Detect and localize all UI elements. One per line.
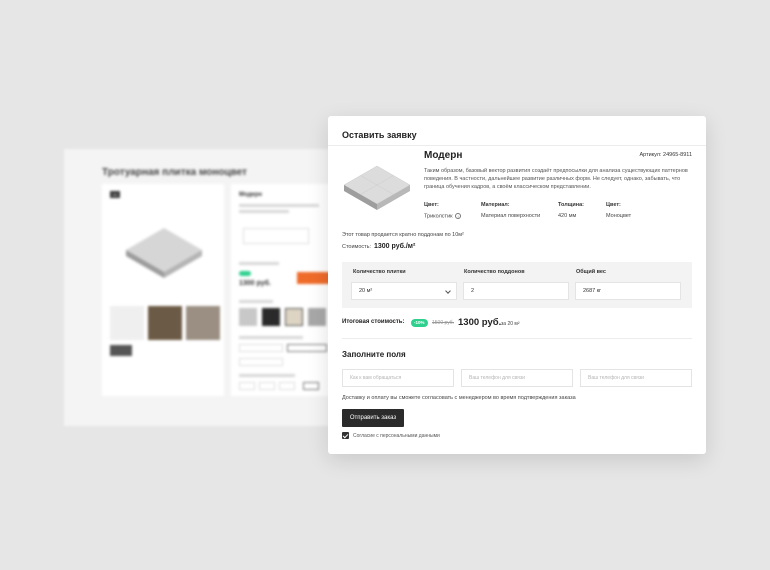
qty-label: Количество плитки (353, 269, 406, 275)
background-select (243, 228, 309, 244)
product-description: Таким образом, базовый вектор развития с… (424, 168, 688, 190)
background-option (239, 344, 283, 352)
background-text-line (239, 210, 289, 213)
total-price: 1300 руб. (458, 317, 502, 328)
background-gallery-card: ••• (102, 184, 224, 396)
discount-badge: -10% (411, 319, 428, 327)
background-option (303, 382, 319, 390)
background-option (239, 382, 255, 390)
background-text-line (239, 374, 295, 377)
weight-label: Общий вес (576, 269, 606, 275)
consent-label: Согласие с персональными данными (353, 433, 440, 439)
weight-field: 2687 кг (575, 282, 681, 300)
spec-color2-label: Цвет: (606, 202, 621, 208)
background-option (259, 382, 275, 390)
background-text-line (239, 262, 279, 265)
background-swatch (262, 308, 280, 326)
product-sku: Артикул: 24965-8911 (639, 152, 692, 158)
spec-thickness-label: Толщина: (558, 202, 584, 208)
pallets-field[interactable]: 2 (463, 282, 569, 300)
background-swatch (285, 308, 303, 326)
background-option (287, 344, 327, 352)
background-option (279, 382, 295, 390)
spec-material-value: Материал поверхности (481, 213, 541, 219)
background-tile-image (126, 228, 202, 278)
background-badge: ••• (110, 191, 121, 198)
qty-value: 20 м² (359, 288, 373, 294)
background-thumb (186, 306, 220, 340)
delivery-note: Доставку и оплату вы сможете согласовать… (342, 395, 576, 401)
info-icon[interactable]: i (455, 213, 462, 219)
background-text-line (239, 204, 319, 207)
divider (328, 145, 706, 146)
background-text-line (239, 300, 273, 303)
phone-input-2[interactable] (580, 369, 692, 387)
pallets-label: Количество поддонов (464, 269, 525, 275)
qty-select[interactable]: 20 м² (351, 282, 457, 300)
background-text-line (239, 336, 303, 339)
spec-material-label: Материал: (481, 202, 510, 208)
cost-value: 1300 руб./м² (374, 243, 416, 250)
price-per: за 20 м² (501, 321, 520, 327)
background-page-title: Тротуарная плитка моноцвет (102, 167, 247, 178)
old-price: 1500 руб. (432, 320, 455, 326)
background-price: 1300 руб. (239, 280, 271, 287)
background-product-page: Тротуарная плитка моноцвет ••• Модерн 13… (64, 149, 346, 426)
spec-color-value: Триколстик i (424, 213, 462, 219)
chevron-down-icon (445, 288, 451, 294)
modal-title: Оставить заявку (342, 130, 417, 140)
product-image (343, 165, 411, 210)
spec-color-label: Цвет: (424, 202, 439, 208)
order-modal: Оставить заявку Модерн Артикул: 24965-89… (328, 116, 706, 454)
spec-thickness-value: 420 мм (558, 213, 577, 219)
background-nav-arrows (110, 345, 132, 356)
total-label: Итоговая стоимость: (342, 319, 405, 325)
background-option (239, 358, 283, 366)
form-title: Заполните поля (342, 350, 406, 359)
submit-order-button[interactable]: Отправить заказ (342, 409, 404, 427)
product-name: Модерн (424, 150, 463, 161)
background-product-title: Модерн (239, 192, 263, 198)
calculator-panel: Количество плитки 20 м² Количество поддо… (342, 262, 692, 308)
cost-label: Стоимость: (342, 244, 372, 250)
consent-checkbox[interactable] (342, 432, 349, 439)
background-thumb (148, 306, 182, 340)
phone-input[interactable] (461, 369, 573, 387)
background-swatch (308, 308, 326, 326)
background-swatch (239, 308, 257, 326)
background-thumb (110, 306, 144, 340)
background-discount (239, 271, 251, 276)
divider (342, 338, 692, 339)
spec-color2-value: Моноцвет (606, 213, 632, 219)
pallet-note: Этот товар продается кратно поддонам по … (342, 232, 464, 238)
name-input[interactable] (342, 369, 454, 387)
